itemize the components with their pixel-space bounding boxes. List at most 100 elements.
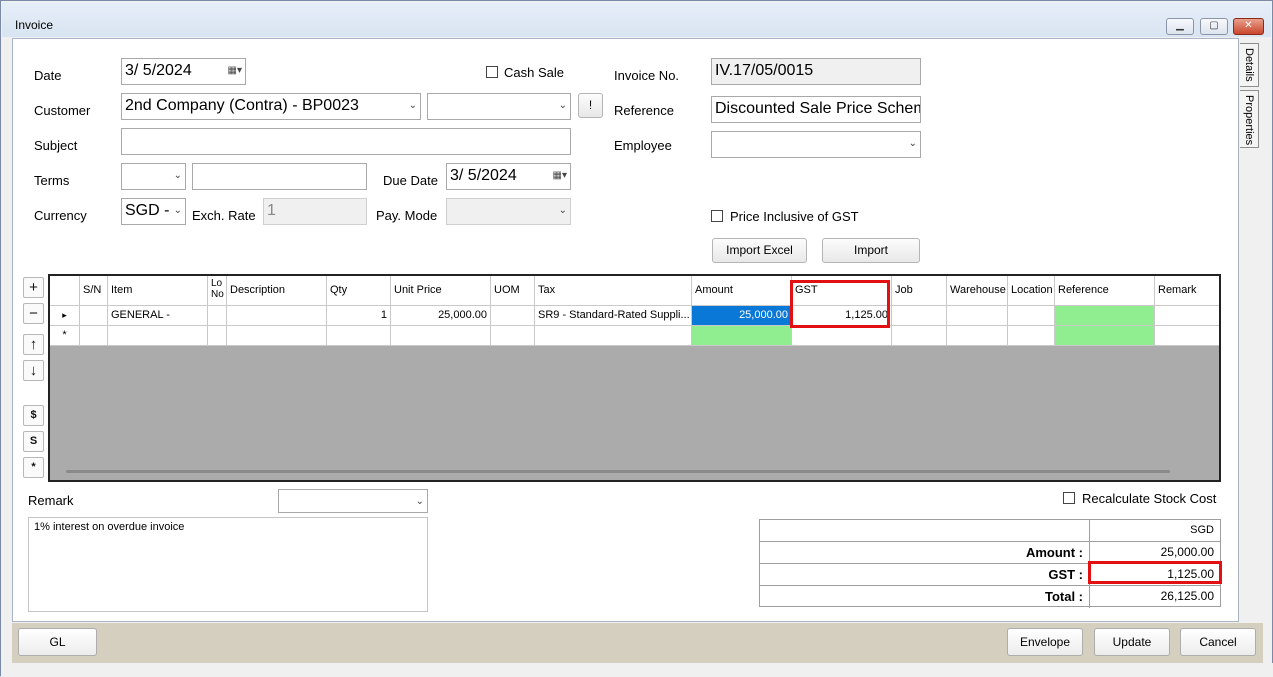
dollar-icon: $ xyxy=(30,409,37,421)
dollar-button[interactable]: $ xyxy=(23,405,44,426)
exch-rate-value: 1 xyxy=(267,202,276,219)
cell-description[interactable] xyxy=(227,306,327,326)
column-header[interactable]: Warehouse xyxy=(947,276,1008,306)
tab-details[interactable]: Details xyxy=(1240,43,1259,87)
cell-remark[interactable] xyxy=(1155,306,1219,326)
cell-tax[interactable]: SR9 - Standard-Rated Suppli... xyxy=(535,306,692,326)
cell-lot[interactable] xyxy=(208,306,227,326)
exch-rate-field: 1 xyxy=(263,198,367,225)
tab-properties-label: Properties xyxy=(1243,95,1255,146)
envelope-button[interactable]: Envelope xyxy=(1007,628,1083,656)
calendar-icon[interactable]: ▦▾ xyxy=(228,59,242,83)
exch-rate-label: Exch. Rate xyxy=(192,208,256,223)
cell-location[interactable] xyxy=(1008,306,1055,326)
remove-row-button[interactable]: − xyxy=(23,303,44,324)
column-header[interactable]: Location xyxy=(1008,276,1055,306)
remark-dropdown[interactable]: ⌄ xyxy=(278,489,428,513)
import-excel-button[interactable]: Import Excel xyxy=(712,238,807,263)
column-header[interactable]: Remark xyxy=(1155,276,1219,306)
tab-properties[interactable]: Properties xyxy=(1240,90,1259,148)
calendar-icon[interactable]: ▦▾ xyxy=(553,164,567,188)
column-header[interactable]: Lo No xyxy=(208,276,227,306)
cancel-button[interactable]: Cancel xyxy=(1180,628,1256,656)
cell-job[interactable] xyxy=(892,326,947,346)
price-inclusive-label: Price Inclusive of GST xyxy=(730,209,859,224)
cell-uom[interactable] xyxy=(491,306,535,326)
minimize-icon[interactable]: ▁ xyxy=(1166,18,1194,35)
cell-tax[interactable] xyxy=(535,326,692,346)
gst-total-highlight xyxy=(1088,561,1222,584)
customer-extra-dropdown[interactable]: ⌄ xyxy=(427,93,571,120)
customer-dropdown[interactable]: 2nd Company (Contra) - BP0023 ⌄ xyxy=(121,93,421,120)
date-picker[interactable]: 3/ 5/2024 ▦▾ xyxy=(121,58,246,85)
cash-sale-checkbox[interactable] xyxy=(486,66,498,78)
reference-label: Reference xyxy=(614,103,674,118)
invoice-no-label: Invoice No. xyxy=(614,68,680,83)
amount-total-value: 25,000.00 xyxy=(1160,545,1214,559)
gst-column-highlight xyxy=(790,280,890,328)
column-header[interactable]: S/N xyxy=(80,276,108,306)
remark-textarea[interactable]: 1% interest on overdue invoice xyxy=(28,517,428,612)
column-header[interactable]: Unit Price xyxy=(391,276,491,306)
cell-description[interactable] xyxy=(227,326,327,346)
cell-item[interactable]: GENERAL - xyxy=(108,306,208,326)
cell-unit-price[interactable] xyxy=(391,326,491,346)
table-row-new[interactable]: * xyxy=(50,326,1219,346)
cell-unit-price[interactable]: 25,000.00 xyxy=(391,306,491,326)
cell-gst[interactable] xyxy=(792,326,892,346)
new-row-icon: * xyxy=(50,326,80,346)
employee-dropdown[interactable]: ⌄ xyxy=(711,131,921,158)
cell-warehouse[interactable] xyxy=(947,306,1008,326)
cell-reference[interactable] xyxy=(1055,306,1155,326)
price-inclusive-checkbox[interactable] xyxy=(711,210,723,222)
column-header[interactable]: Qty xyxy=(327,276,391,306)
column-header[interactable]: Tax xyxy=(535,276,692,306)
cell-qty[interactable] xyxy=(327,326,391,346)
recalculate-stock-checkbox[interactable] xyxy=(1063,492,1075,504)
column-header[interactable]: Amount xyxy=(692,276,792,306)
horizontal-scrollbar[interactable] xyxy=(66,470,1170,473)
terms-text-field[interactable] xyxy=(192,163,367,190)
cell-reference[interactable] xyxy=(1055,326,1155,346)
asterisk-button[interactable]: * xyxy=(23,457,44,478)
column-header[interactable]: Reference xyxy=(1055,276,1155,306)
customer-info-button[interactable]: ! xyxy=(578,93,603,118)
due-date-picker[interactable]: 3/ 5/2024 ▦▾ xyxy=(446,163,571,190)
cell-warehouse[interactable] xyxy=(947,326,1008,346)
gl-button[interactable]: GL xyxy=(18,628,97,656)
subject-field[interactable] xyxy=(121,128,571,155)
table-row[interactable]: ▸ GENERAL - 1 25,000.00 SR9 - Standard-R… xyxy=(50,306,1219,326)
column-header[interactable]: Description xyxy=(227,276,327,306)
cell-amount[interactable] xyxy=(692,326,792,346)
grid-header: S/N Item Lo No Description Qty Unit Pric… xyxy=(50,276,1219,306)
currency-dropdown[interactable]: SGD - ⌄ xyxy=(121,198,186,225)
cell-uom[interactable] xyxy=(491,326,535,346)
cell-sn[interactable] xyxy=(80,326,108,346)
recalculate-stock-label: Recalculate Stock Cost xyxy=(1082,491,1217,506)
close-icon[interactable]: ✕ xyxy=(1233,18,1264,35)
move-down-button[interactable]: ↓ xyxy=(23,360,44,381)
s-button[interactable]: S xyxy=(23,431,44,452)
maximize-icon[interactable]: ▢ xyxy=(1200,18,1228,35)
update-button[interactable]: Update xyxy=(1094,628,1170,656)
cell-amount[interactable]: 25,000.00 xyxy=(692,306,792,326)
import-label: Import xyxy=(853,243,888,257)
column-header[interactable]: UOM xyxy=(491,276,535,306)
add-row-button[interactable]: + xyxy=(23,277,44,298)
date-label: Date xyxy=(34,68,62,83)
column-header[interactable]: Item xyxy=(108,276,208,306)
cell-qty[interactable]: 1 xyxy=(327,306,391,326)
cell-job[interactable] xyxy=(892,306,947,326)
customer-label: Customer xyxy=(34,103,91,118)
reference-field[interactable]: Discounted Sale Price Scheme xyxy=(711,96,921,123)
terms-dropdown[interactable]: ⌄ xyxy=(121,163,186,190)
move-up-button[interactable]: ↑ xyxy=(23,334,44,355)
cell-lot[interactable] xyxy=(208,326,227,346)
cell-item[interactable] xyxy=(108,326,208,346)
cell-sn[interactable] xyxy=(80,306,108,326)
import-button[interactable]: Import xyxy=(822,238,920,263)
column-header[interactable]: Job xyxy=(892,276,947,306)
cell-location[interactable] xyxy=(1008,326,1055,346)
chevron-down-icon: ⌄ xyxy=(908,138,917,149)
cell-remark[interactable] xyxy=(1155,326,1219,346)
